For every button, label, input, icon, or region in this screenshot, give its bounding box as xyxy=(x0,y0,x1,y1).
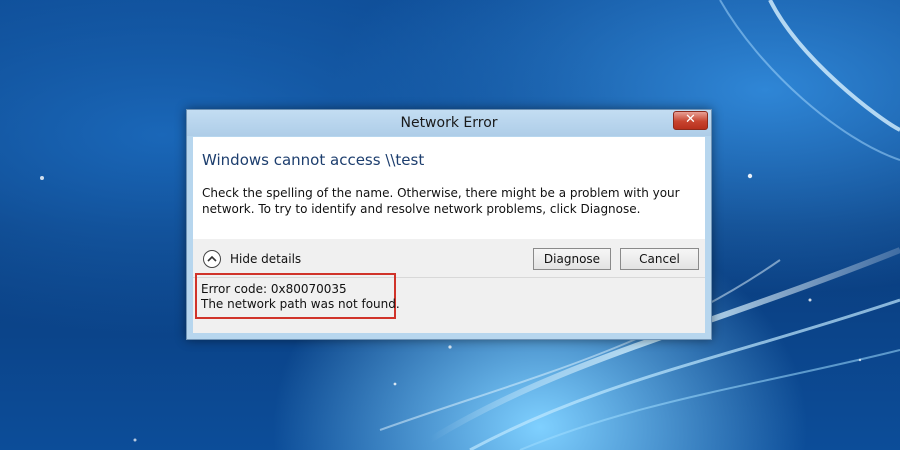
close-button[interactable]: ✕ xyxy=(673,111,708,130)
error-code: Error code: 0x80070035 xyxy=(201,282,347,296)
close-icon: ✕ xyxy=(685,112,696,127)
cancel-button[interactable]: Cancel xyxy=(620,248,699,270)
diagnose-button[interactable]: Diagnose xyxy=(533,248,611,270)
dialog-title: Network Error xyxy=(400,115,498,131)
chevron-up-icon[interactable] xyxy=(203,250,221,268)
hide-details-label[interactable]: Hide details xyxy=(230,252,301,266)
hide-details-toggle[interactable]: Hide details xyxy=(203,248,301,270)
error-details-message: The network path was not found. xyxy=(201,297,400,311)
error-heading: Windows cannot access \\test xyxy=(202,151,425,169)
dialog-titlebar[interactable]: Network Error ✕ xyxy=(187,110,711,136)
error-details-highlight xyxy=(195,273,396,319)
error-description: Check the spelling of the name. Otherwis… xyxy=(202,186,680,216)
